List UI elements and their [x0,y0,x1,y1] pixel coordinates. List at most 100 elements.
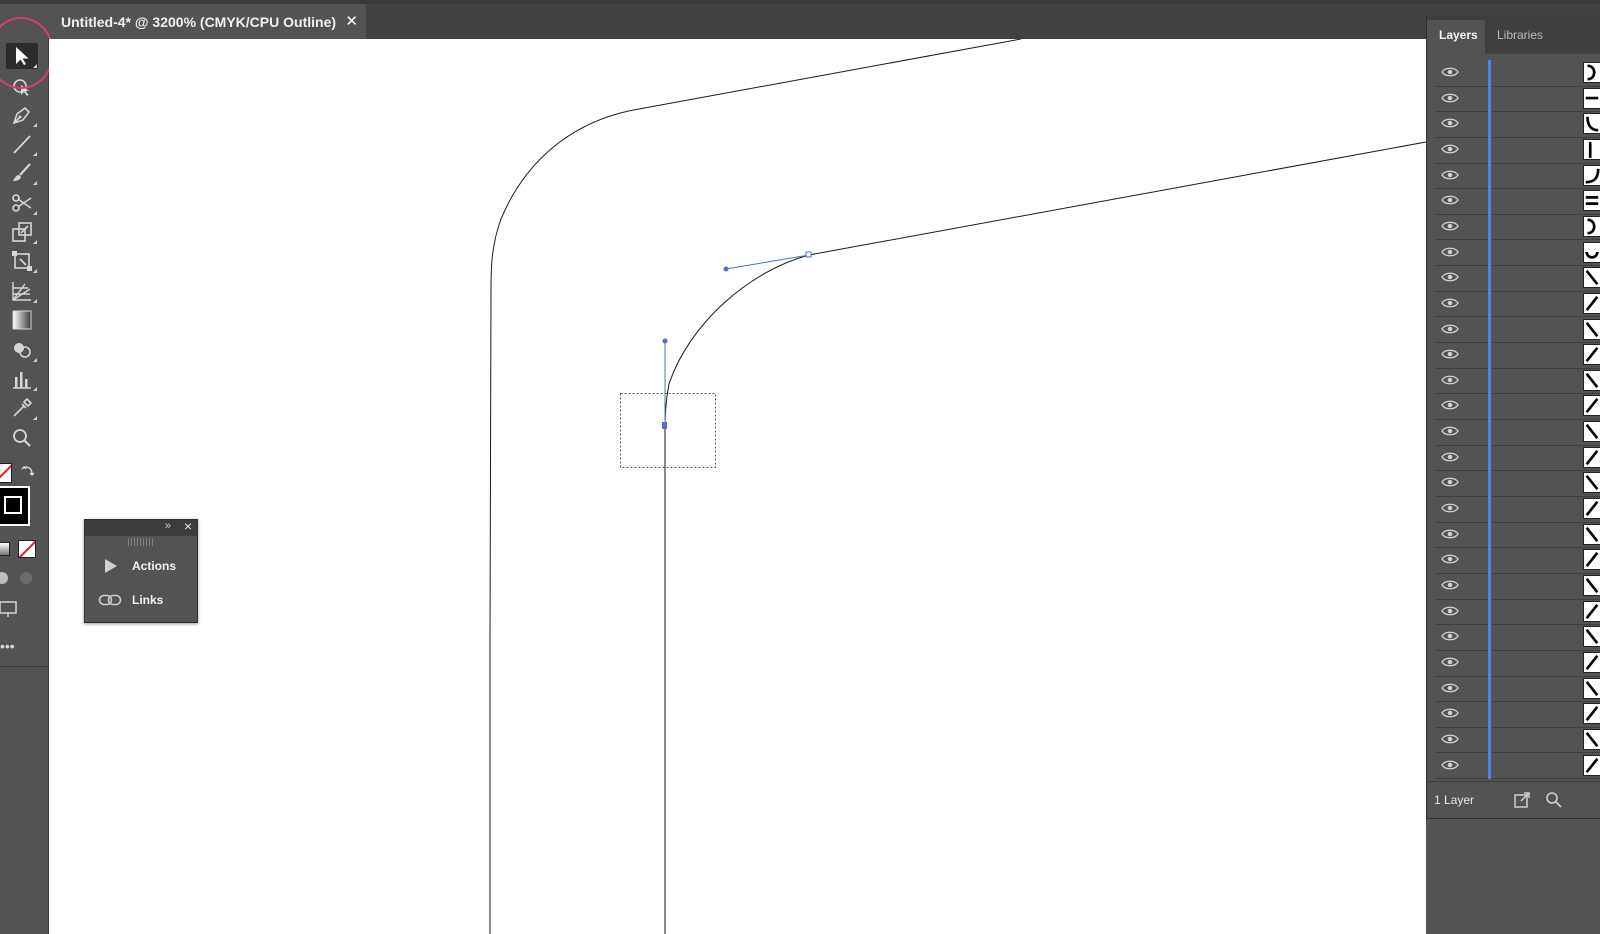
eyedropper-tool[interactable] [6,395,38,421]
layer-row[interactable] [1435,470,1600,497]
visibility-eye-icon[interactable] [1441,502,1459,514]
layer-row[interactable] [1435,265,1600,292]
zoom-tool[interactable] [6,425,38,451]
pen-tool[interactable] [6,102,38,128]
layer-row[interactable] [1435,316,1600,344]
visibility-eye-icon[interactable] [1441,297,1459,309]
layer-thumbnail [1583,164,1600,186]
layer-row[interactable] [1435,239,1600,267]
visibility-eye-icon[interactable] [1441,682,1459,694]
visibility-eye-icon[interactable] [1441,707,1459,719]
search-icon[interactable] [1545,791,1563,809]
visibility-eye-icon[interactable] [1441,759,1459,771]
links-panel-button[interactable]: Links [85,585,197,615]
layer-row[interactable] [1435,521,1600,549]
layer-row[interactable] [1435,213,1600,241]
visibility-eye-icon[interactable] [1441,117,1459,129]
visibility-eye-icon[interactable] [1441,553,1459,565]
layer-row[interactable] [1435,598,1600,626]
layer-row[interactable] [1435,726,1600,754]
layer-row[interactable] [1435,752,1600,780]
layer-row[interactable] [1435,547,1600,574]
layer-row[interactable] [1435,573,1600,600]
layer-row[interactable] [1435,85,1600,113]
layer-row[interactable] [1435,162,1600,190]
layer-row[interactable] [1435,624,1600,651]
layer-row[interactable] [1435,496,1600,523]
visibility-eye-icon[interactable] [1441,92,1459,104]
stroke-swatch[interactable] [0,486,30,526]
visibility-eye-icon[interactable] [1441,605,1459,617]
visibility-eye-icon[interactable] [1441,66,1459,78]
layer-color-bar [1488,290,1491,317]
visibility-eye-icon[interactable] [1441,425,1459,437]
puppet-warp-tool[interactable] [6,73,38,99]
close-icon[interactable]: ✕ [345,12,358,30]
visibility-eye-icon[interactable] [1441,169,1459,181]
visibility-eye-icon[interactable] [1441,733,1459,745]
layer-row[interactable] [1435,136,1600,164]
collapse-icon[interactable]: » [165,520,171,532]
layer-row[interactable] [1435,419,1600,446]
layer-row[interactable] [1435,60,1600,87]
artboard-canvas[interactable] [49,39,1426,934]
bezier-handle-top[interactable] [723,251,812,272]
document-tab[interactable]: Untitled-4* @ 3200% (CMYK/CPU Outline) ✕ [50,4,366,39]
shape-builder-tool[interactable] [6,337,38,363]
visibility-eye-icon[interactable] [1441,528,1459,540]
fill-stroke-swatches[interactable] [0,463,40,529]
more-tools-button[interactable]: ••• [0,639,16,653]
selection-tool[interactable] [6,43,38,69]
visibility-eye-icon[interactable] [1441,220,1459,232]
gradient-tool[interactable] [6,307,38,333]
visibility-eye-icon[interactable] [1441,451,1459,463]
free-transform-tool[interactable] [6,248,38,274]
tab-libraries[interactable]: Libraries [1497,28,1543,42]
layer-row[interactable] [1435,188,1600,215]
actions-panel-button[interactable]: Actions [85,551,197,581]
visibility-eye-icon[interactable] [1441,246,1459,258]
layer-row[interactable] [1435,393,1600,421]
close-icon[interactable]: × [184,518,192,534]
layer-row[interactable] [1435,675,1600,703]
layer-row[interactable] [1435,444,1600,472]
visibility-eye-icon[interactable] [1441,476,1459,488]
fill-swatch[interactable] [0,463,12,483]
visibility-eye-icon[interactable] [1441,399,1459,411]
scissors-tool[interactable] [6,190,38,216]
swap-colors-icon[interactable] [20,463,36,479]
paintbrush-tool[interactable] [6,160,38,186]
layer-row[interactable] [1435,111,1600,138]
layer-row[interactable] [1435,342,1600,369]
scale-tool[interactable] [6,219,38,245]
visibility-eye-icon[interactable] [1441,323,1459,335]
visibility-eye-icon[interactable] [1441,630,1459,642]
visibility-eye-icon[interactable] [1441,579,1459,591]
layer-row[interactable] [1435,290,1600,318]
draw-inside-button[interactable] [20,572,32,584]
visibility-eye-icon[interactable] [1441,194,1459,206]
none-swatch-button[interactable] [18,540,36,558]
visibility-eye-icon[interactable] [1441,374,1459,386]
visibility-eye-icon[interactable] [1441,348,1459,360]
tab-layers[interactable]: Layers [1439,28,1478,42]
line-segment-tool[interactable] [6,131,38,157]
panel-grip[interactable] [128,538,154,546]
outer-rounded-path[interactable] [489,39,1022,934]
layers-footer: 1 Layer [1427,781,1600,818]
layer-row[interactable] [1435,367,1600,395]
visibility-eye-icon[interactable] [1441,656,1459,668]
layer-row[interactable] [1435,701,1600,728]
export-icon[interactable] [1513,791,1531,809]
color-mode-button[interactable] [0,542,10,556]
bezier-handle-left[interactable] [662,338,668,430]
draw-normal-button[interactable] [0,572,8,584]
layer-row[interactable] [1435,649,1600,677]
graph-tool[interactable] [6,366,38,392]
panel-header[interactable]: » × [85,518,197,536]
screen-mode-icon[interactable] [0,600,18,618]
visibility-eye-icon[interactable] [1441,143,1459,155]
inner-rounded-path[interactable] [664,141,1426,934]
perspective-grid-tool[interactable] [6,278,38,304]
visibility-eye-icon[interactable] [1441,271,1459,283]
